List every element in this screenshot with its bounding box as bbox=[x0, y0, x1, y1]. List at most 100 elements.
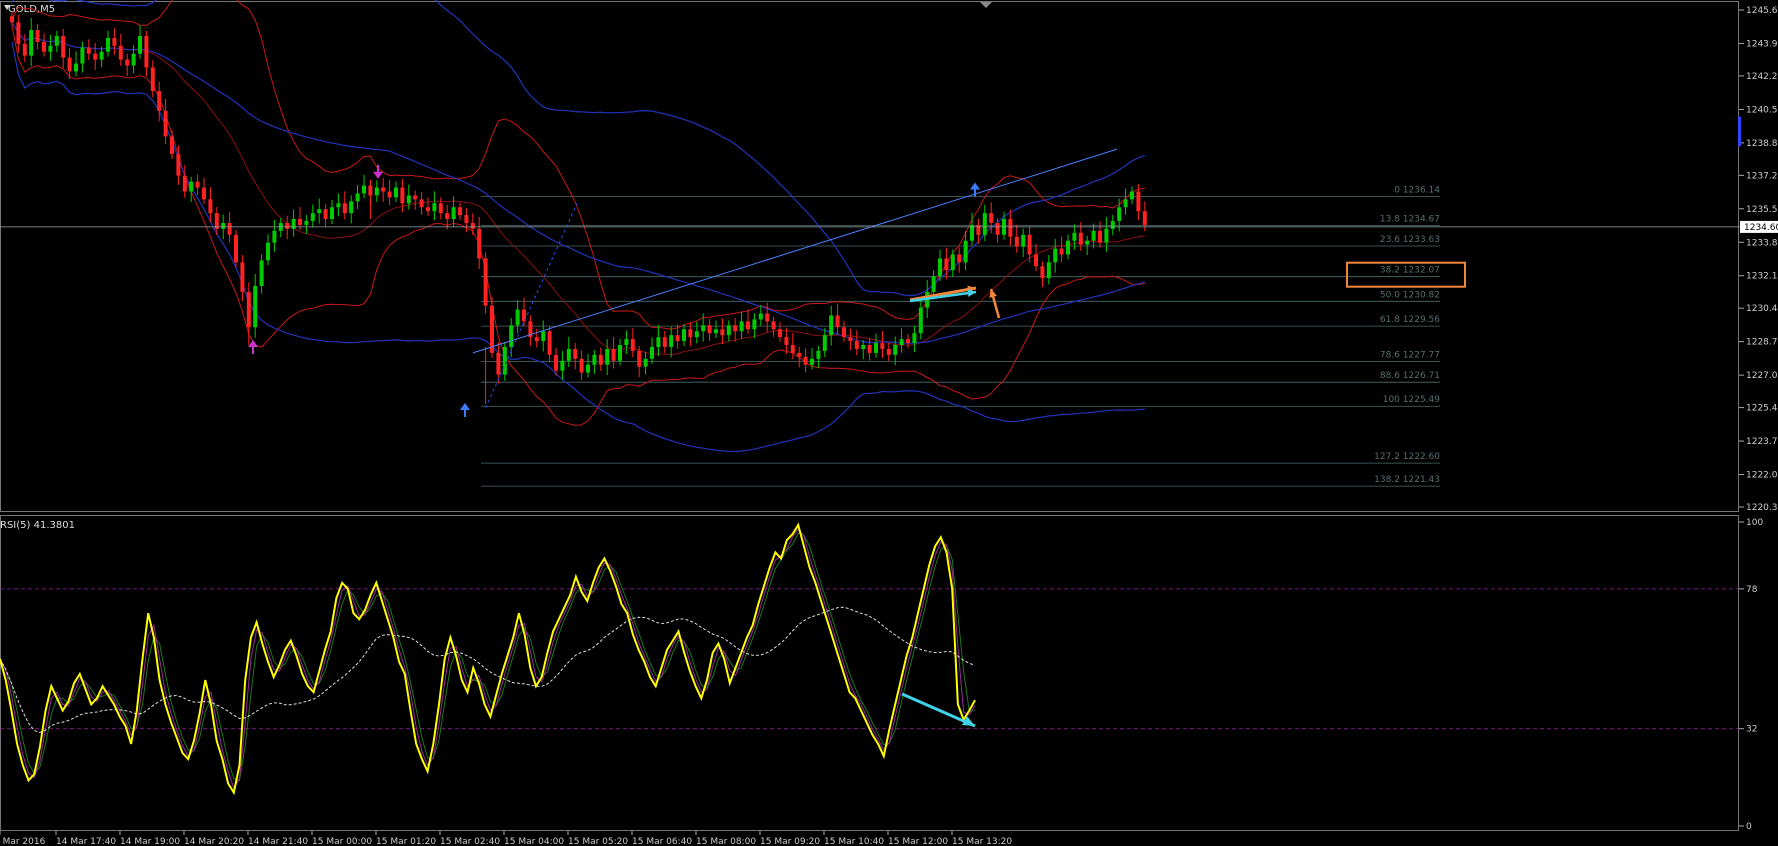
time-tick-label: 15 Mar 00:00 bbox=[312, 837, 372, 846]
candle-body bbox=[1014, 236, 1019, 247]
candle-body bbox=[586, 364, 590, 373]
candle-body bbox=[1130, 191, 1134, 200]
candle-body bbox=[477, 228, 482, 259]
candle-body bbox=[387, 191, 392, 198]
candle-body bbox=[944, 258, 949, 271]
candle-body bbox=[48, 45, 53, 52]
candle-body bbox=[880, 343, 885, 349]
time-tick-label: 14 Mar 19:00 bbox=[120, 837, 180, 846]
candle-body bbox=[816, 350, 821, 359]
time-tick-label: 15 Mar 01:20 bbox=[376, 837, 436, 846]
candle-body bbox=[22, 43, 27, 56]
candle-body bbox=[624, 339, 629, 346]
candle-body bbox=[720, 329, 725, 336]
candle-body bbox=[790, 345, 795, 353]
price-tick-label: 1243.92 bbox=[1746, 39, 1778, 49]
fib-level-label: 100 1225.49 bbox=[1383, 395, 1441, 405]
candle-body bbox=[93, 53, 98, 60]
candle-body bbox=[138, 35, 142, 54]
time-tick-label: 15 Mar 12:00 bbox=[888, 837, 948, 846]
fib-level-label: 127.2 1222.60 bbox=[1374, 452, 1440, 462]
candle-body bbox=[490, 305, 494, 353]
candle-body bbox=[150, 67, 155, 92]
candle-body bbox=[496, 352, 501, 375]
candle-body bbox=[29, 30, 34, 56]
candle-body bbox=[202, 187, 206, 200]
candle-body bbox=[918, 307, 923, 334]
candle-body bbox=[995, 222, 1000, 235]
candle-body bbox=[413, 195, 418, 200]
candle-body bbox=[106, 37, 110, 52]
candle-body bbox=[221, 222, 226, 229]
candle-body bbox=[208, 199, 213, 214]
candle-body bbox=[848, 337, 853, 342]
candle-body bbox=[694, 331, 699, 338]
candle-body bbox=[650, 346, 654, 359]
candle-body bbox=[547, 331, 552, 355]
candle-body bbox=[400, 187, 405, 204]
candle-body bbox=[266, 242, 270, 261]
candle-body bbox=[502, 346, 507, 375]
current-price-label: 1234.60 bbox=[1744, 223, 1778, 233]
candle-body bbox=[726, 325, 731, 336]
candle-body bbox=[752, 319, 757, 330]
candle-body bbox=[874, 343, 878, 353]
candle-body bbox=[771, 321, 776, 330]
candle-body bbox=[1117, 207, 1122, 222]
candle-body bbox=[688, 329, 693, 338]
candle-body bbox=[61, 35, 66, 58]
fib-level-label: 88.6 1226.71 bbox=[1380, 371, 1440, 381]
fib-level-label: 61.8 1229.56 bbox=[1380, 315, 1440, 325]
candle-body bbox=[829, 315, 834, 336]
candle-body bbox=[112, 37, 117, 46]
candle-body bbox=[80, 47, 85, 64]
time-tick-label: 15 Mar 02:40 bbox=[440, 837, 500, 846]
candle-body bbox=[406, 195, 411, 204]
candle-body bbox=[35, 30, 40, 42]
candle-body bbox=[432, 203, 437, 212]
candle-body bbox=[1091, 230, 1096, 241]
fib-level-label: 78.6 1227.77 bbox=[1380, 350, 1440, 360]
candle-body bbox=[810, 358, 814, 365]
candle-body bbox=[291, 219, 296, 229]
candle-body bbox=[445, 213, 450, 220]
candle-body bbox=[1027, 234, 1032, 255]
candle-body bbox=[1123, 199, 1128, 208]
candle-body bbox=[323, 209, 328, 220]
candle-body bbox=[854, 341, 859, 349]
price-tick-label: 1223.72 bbox=[1746, 437, 1778, 447]
candle-body bbox=[886, 348, 891, 355]
candle-body bbox=[1136, 191, 1141, 212]
candle-body bbox=[234, 234, 238, 263]
candle-body bbox=[675, 335, 680, 342]
candle-body bbox=[310, 213, 315, 222]
time-tick-label: 15 Mar 10:40 bbox=[824, 837, 884, 846]
candle-body bbox=[605, 348, 610, 365]
candle-body bbox=[195, 181, 200, 188]
candle-body bbox=[938, 258, 942, 277]
candle-body bbox=[707, 325, 712, 334]
candle-body bbox=[438, 203, 443, 214]
candle-body bbox=[1066, 240, 1070, 255]
candle-body bbox=[16, 22, 21, 44]
candle-body bbox=[253, 285, 258, 328]
candle-body bbox=[246, 291, 251, 328]
candle-body bbox=[458, 207, 462, 216]
candle-body bbox=[285, 222, 290, 229]
candle-body bbox=[797, 352, 802, 357]
price-tick-label: 1228.77 bbox=[1746, 338, 1778, 348]
candle-body bbox=[342, 203, 347, 214]
candle-body bbox=[554, 354, 558, 371]
candle-body bbox=[362, 185, 366, 194]
candle-body bbox=[541, 331, 546, 342]
candle-body bbox=[893, 345, 898, 355]
candle-body bbox=[950, 254, 955, 271]
candle-body bbox=[989, 213, 994, 223]
candle-body bbox=[765, 313, 770, 322]
candle-body bbox=[656, 337, 661, 347]
price-tick-label: 1227.07 bbox=[1746, 371, 1778, 381]
fib-level-label: 38.2 1232.07 bbox=[1380, 266, 1440, 276]
price-tick-label: 1237.22 bbox=[1746, 171, 1778, 181]
candle-body bbox=[163, 110, 168, 137]
candle-body bbox=[10, 16, 14, 23]
